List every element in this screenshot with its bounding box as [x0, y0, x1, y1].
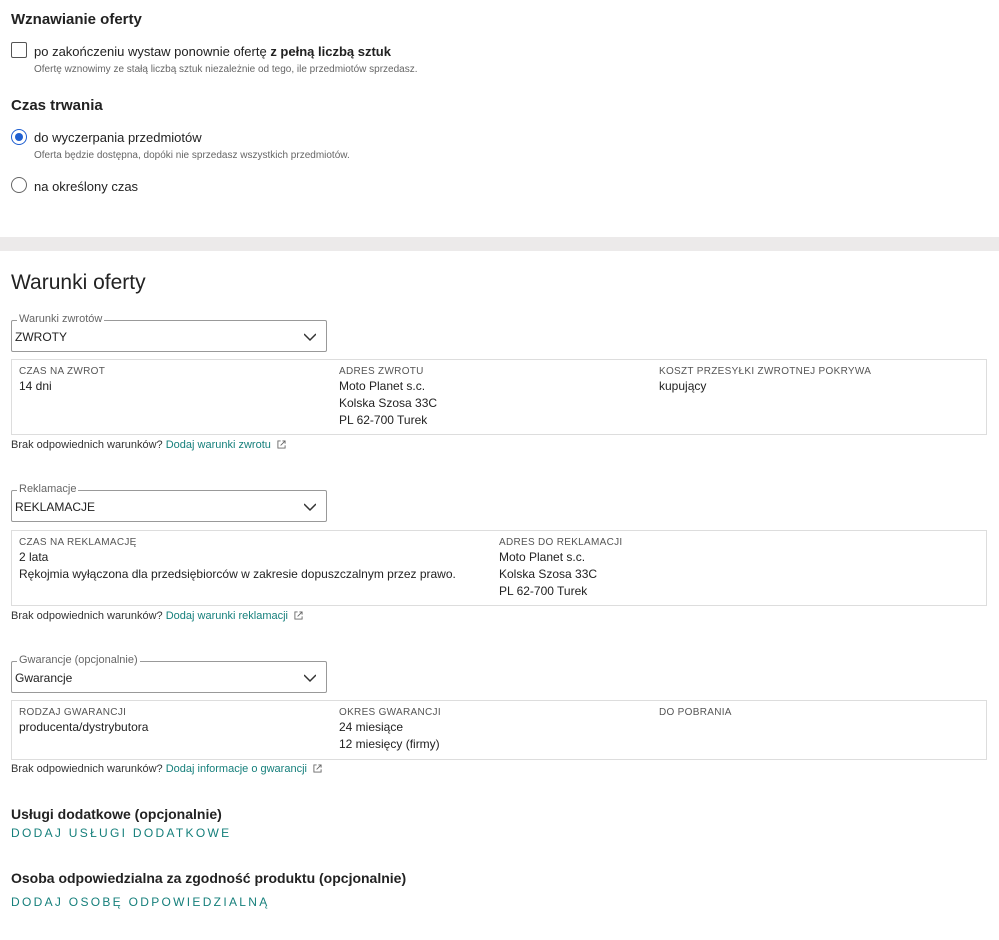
complaints-note: Brak odpowiednich warunków? Dodaj warunk…	[11, 610, 303, 622]
warranty-details: RODZAJ GWARANCJI producenta/dystrybutora…	[11, 700, 987, 760]
renewal-checkbox[interactable]	[11, 42, 27, 58]
warranty-download-label: DO POBRANIA	[659, 707, 732, 718]
returns-cost-value: kupujący	[659, 379, 707, 393]
complaints-details: CZAS NA REKLAMACJĘ 2 lata Rękojmia wyłąc…	[11, 530, 987, 606]
duration-title: Czas trwania	[11, 97, 103, 114]
complaints-address-line: Kolska Szosa 33C	[499, 567, 598, 581]
complaints-address-label: ADRES DO REKLAMACJI	[499, 537, 623, 548]
returns-cost-label: KOSZT PRZESYŁKI ZWROTNEJ POKRYWA	[659, 366, 872, 377]
responsible-title: Osoba odpowiedzialna za zgodność produkt…	[11, 870, 407, 886]
warranty-period-line: 12 miesięcy (firmy)	[339, 737, 440, 751]
chevron-down-icon	[304, 674, 316, 683]
radio-until-sold[interactable]	[11, 129, 27, 145]
terms-title: Warunki oferty	[11, 271, 146, 294]
section-divider	[0, 237, 999, 251]
warranty-type-label: RODZAJ GWARANCJI	[19, 707, 127, 718]
add-responsible-button[interactable]: DODAJ OSOBĘ ODPOWIEDZIALNĄ	[11, 895, 270, 909]
chevron-down-icon	[304, 333, 316, 342]
add-warranty-info-link[interactable]: Dodaj informacje o gwarancji	[166, 763, 307, 775]
returns-note: Brak odpowiednich warunków? Dodaj warunk…	[11, 439, 286, 451]
returns-address-line: Moto Planet s.c.	[339, 379, 426, 393]
complaints-time-label: CZAS NA REKLAMACJĘ	[19, 537, 137, 548]
renewal-option-prefix: po zakończeniu wystaw ponownie ofertę	[34, 44, 271, 59]
warranty-period-line: 24 miesiące	[339, 720, 404, 734]
radio-fixed-time[interactable]	[11, 177, 27, 193]
renewal-title: Wznawianie oferty	[11, 11, 142, 28]
external-link-icon	[313, 764, 322, 773]
warranty-note-text: Brak odpowiednich warunków?	[11, 763, 163, 775]
warranty-select-legend: Gwarancje (opcjonalnie)	[17, 654, 140, 666]
renewal-option-hint: Ofertę wznowimy ze stałą liczbą sztuk ni…	[34, 64, 418, 75]
external-link-icon	[294, 611, 303, 620]
returns-select[interactable]: Warunki zwrotów ZWROTY	[11, 313, 327, 352]
complaints-address-line: PL 62-700 Turek	[499, 584, 588, 598]
returns-address-line: Kolska Szosa 33C	[339, 396, 438, 410]
returns-select-legend: Warunki zwrotów	[17, 313, 105, 325]
returns-note-text: Brak odpowiednich warunków?	[11, 439, 163, 451]
returns-details: CZAS NA ZWROT 14 dni ADRES ZWROTU Moto P…	[11, 359, 987, 435]
complaints-note-text: Brak odpowiednich warunków?	[11, 610, 163, 622]
complaints-time-value: 2 lata	[19, 550, 49, 564]
external-link-icon	[277, 440, 286, 449]
extras-title: Usługi dodatkowe (opcjonalnie)	[11, 806, 222, 822]
add-return-terms-link[interactable]: Dodaj warunki zwrotu	[166, 439, 271, 451]
returns-time-label: CZAS NA ZWROT	[19, 366, 106, 377]
radio-fixed-time-label[interactable]: na określony czas	[34, 179, 138, 194]
add-extras-button[interactable]: DODAJ USŁUGI DODATKOWE	[11, 826, 231, 840]
warranty-select-value: Gwarancje	[15, 671, 73, 685]
warranty-period-label: OKRES GWARANCJI	[339, 707, 441, 718]
returns-time-value: 14 dni	[19, 379, 52, 393]
returns-address-label: ADRES ZWROTU	[339, 366, 424, 377]
complaints-select-value: REKLAMACJE	[15, 500, 96, 514]
chevron-down-icon	[304, 503, 316, 512]
warranty-note: Brak odpowiednich warunków? Dodaj inform…	[11, 763, 322, 775]
add-complaint-terms-link[interactable]: Dodaj warunki reklamacji	[166, 610, 288, 622]
complaints-select-legend: Reklamacje	[17, 483, 79, 495]
complaints-address-line: Moto Planet s.c.	[499, 550, 586, 564]
renewal-option-bold: z pełną liczbą sztuk	[270, 44, 391, 59]
radio-until-sold-hint: Oferta będzie dostępna, dopóki nie sprze…	[34, 150, 350, 161]
complaints-time-note: Rękojmia wyłączona dla przedsiębiorców w…	[19, 567, 456, 581]
renewal-option-label[interactable]: po zakończeniu wystaw ponownie ofertę z …	[34, 44, 391, 59]
radio-until-sold-label[interactable]: do wyczerpania przedmiotów	[34, 130, 202, 145]
warranty-select[interactable]: Gwarancje (opcjonalnie) Gwarancje	[11, 654, 327, 693]
warranty-type-value: producenta/dystrybutora	[19, 720, 149, 734]
returns-select-value: ZWROTY	[15, 330, 67, 344]
complaints-select[interactable]: Reklamacje REKLAMACJE	[11, 483, 327, 522]
returns-address-line: PL 62-700 Turek	[339, 413, 428, 427]
